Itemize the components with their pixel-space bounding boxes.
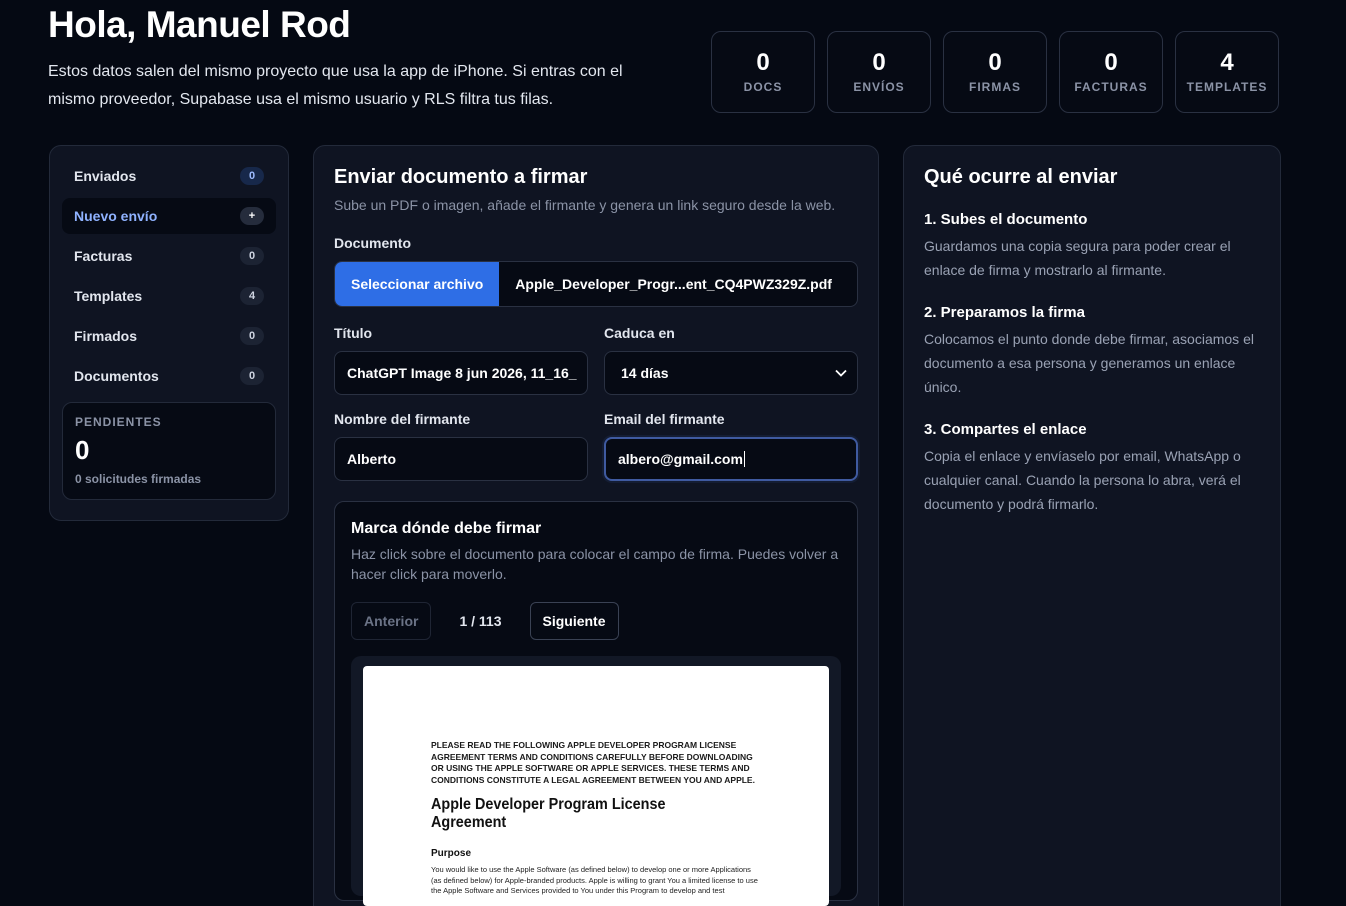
stat-label: ENVÍOS (853, 80, 905, 94)
sidebar-item-facturas[interactable]: Facturas 0 (62, 238, 276, 274)
sidebar-item-label: Templates (74, 288, 143, 304)
previous-page-button[interactable]: Anterior (351, 602, 432, 640)
signer-email-input[interactable]: albero@gmail.com (604, 437, 858, 481)
stat-docs: 0 DOCS (711, 31, 815, 113)
signer-email-value: albero@gmail.com (618, 451, 743, 467)
expires-value: 14 días (621, 365, 669, 381)
text-caret (743, 451, 745, 467)
document-body: You would like to use the Apple Software… (431, 865, 758, 895)
page-subtitle: Estos datos salen del mismo proyecto que… (48, 63, 623, 108)
sidebar-item-label: Firmados (74, 328, 138, 344)
document-heading: Apple Developer Program License Agreemen… (431, 796, 666, 831)
signer-email-label: Email del firmante (604, 411, 725, 427)
step-title: 3. Compartes el enlace (924, 421, 1087, 438)
placement-description: Haz click sobre el documento para coloca… (351, 546, 839, 582)
count-badge: 0 (240, 327, 264, 345)
title-input[interactable]: ChatGPT Image 8 jun 2026, 11_16_ (334, 351, 588, 395)
count-badge: 0 (240, 167, 264, 185)
stat-label: FIRMAS (969, 80, 1021, 94)
document-preview-frame: PLEASE READ THE FOLLOWING APPLE DEVELOPE… (351, 656, 841, 906)
step-title: 1. Subes el documento (924, 211, 1088, 228)
stat-label: TEMPLATES (1186, 80, 1268, 94)
stat-label: FACTURAS (1074, 80, 1148, 94)
select-file-button[interactable]: Seleccionar archivo (335, 262, 500, 306)
step-text: Guardamos una copia segura para poder cr… (924, 238, 1231, 278)
sidebar: Enviados 0 Nuevo envío + Facturas 0 Temp… (49, 145, 289, 521)
form-title: Enviar documento a firmar (334, 166, 588, 188)
stat-envios: 0 ENVÍOS (827, 31, 931, 113)
file-input[interactable]: Seleccionar archivo Apple_Developer_Prog… (334, 261, 858, 307)
signature-placement-box: Marca dónde debe firmar Haz click sobre … (334, 501, 858, 906)
expires-select[interactable]: 14 días (604, 351, 858, 395)
selected-file-name: Apple_Developer_Progr...ent_CQ4PWZ329Z.p… (515, 276, 832, 292)
page-navigator: Anterior 1 / 113 Siguiente (351, 602, 841, 640)
document-section: Purpose (431, 848, 472, 859)
send-document-form: Enviar documento a firmar Sube un PDF o … (313, 145, 879, 906)
sidebar-item-label: Documentos (74, 368, 159, 384)
title-label: Título (334, 325, 373, 341)
pending-subtitle: 0 solicitudes firmadas (75, 472, 202, 486)
info-panel: Qué ocurre al enviar 1. Subes el documen… (903, 145, 1281, 906)
stat-firmas: 0 FIRMAS (943, 31, 1047, 113)
stats-bar: 0 DOCS 0 ENVÍOS 0 FIRMAS 0 FACTURAS 4 TE… (711, 31, 1279, 113)
expires-label: Caduca en (604, 325, 675, 341)
pending-title: PENDIENTES (75, 415, 162, 429)
stat-templates: 4 TEMPLATES (1175, 31, 1279, 113)
sidebar-item-enviados[interactable]: Enviados 0 (62, 158, 276, 194)
stat-facturas: 0 FACTURAS (1059, 31, 1163, 113)
stat-label: DOCS (743, 80, 783, 94)
step-text: Copia el enlace y envíaselo por email, W… (924, 448, 1241, 512)
chevron-down-icon (835, 366, 847, 380)
document-page[interactable]: PLEASE READ THE FOLLOWING APPLE DEVELOPE… (363, 666, 829, 906)
page-title: Hola, Manuel Rod (48, 4, 351, 45)
sidebar-item-firmados[interactable]: Firmados 0 (62, 318, 276, 354)
step-title: 2. Preparamos la firma (924, 304, 1085, 321)
sidebar-item-label: Enviados (74, 168, 137, 184)
signer-name-input[interactable]: Alberto (334, 437, 588, 481)
info-title: Qué ocurre al enviar (924, 166, 1118, 188)
signer-name-label: Nombre del firmante (334, 411, 471, 427)
stat-value: 0 (756, 49, 770, 76)
form-description: Sube un PDF o imagen, añade el firmante … (334, 197, 836, 213)
sidebar-item-documentos[interactable]: Documentos 0 (62, 358, 276, 394)
plus-icon: + (240, 207, 264, 225)
page-indicator: 1 / 113 (459, 613, 502, 629)
pending-count: 0 (75, 435, 90, 465)
count-badge: 0 (240, 247, 264, 265)
next-page-button[interactable]: Siguiente (529, 602, 619, 640)
document-label: Documento (334, 235, 411, 251)
sidebar-item-templates[interactable]: Templates 4 (62, 278, 276, 314)
count-badge: 0 (240, 367, 264, 385)
sidebar-item-label: Facturas (74, 248, 133, 264)
step-text: Colocamos el punto donde debe firmar, as… (924, 331, 1254, 395)
stat-value: 4 (1220, 49, 1234, 76)
document-notice: PLEASE READ THE FOLLOWING APPLE DEVELOPE… (431, 740, 755, 785)
sidebar-item-nuevo-envio[interactable]: Nuevo envío + (62, 198, 276, 234)
sidebar-item-label: Nuevo envío (74, 208, 158, 224)
pending-card: PENDIENTES 0 0 solicitudes firmadas (62, 402, 276, 500)
stat-value: 0 (1104, 49, 1118, 76)
stat-value: 0 (872, 49, 886, 76)
stat-value: 0 (988, 49, 1002, 76)
placement-title: Marca dónde debe firmar (351, 520, 542, 537)
count-badge: 4 (240, 287, 264, 305)
